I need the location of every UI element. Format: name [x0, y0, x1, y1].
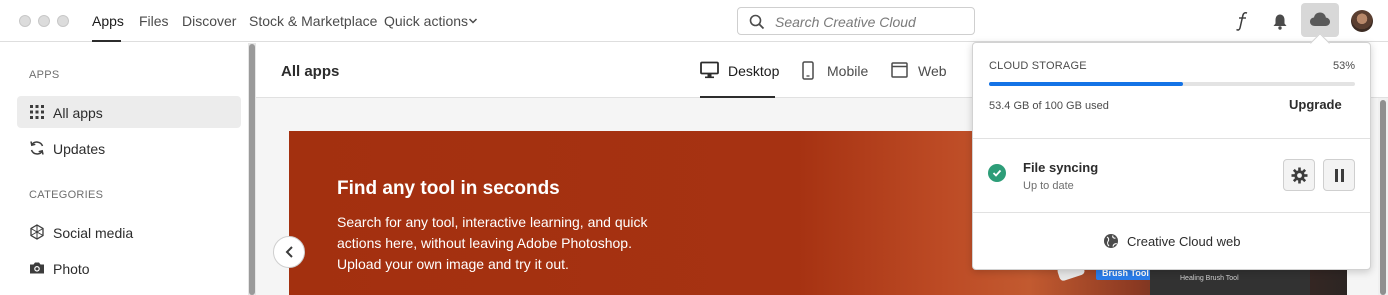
pause-icon	[1335, 169, 1344, 182]
popover-divider	[973, 138, 1370, 139]
social-icon	[30, 224, 44, 240]
chevron-down-icon[interactable]	[468, 16, 478, 26]
storage-progress-bar	[989, 82, 1355, 86]
bell-icon[interactable]	[1272, 13, 1288, 30]
web-icon	[891, 62, 908, 78]
banner-title: Find any tool in seconds	[337, 178, 560, 199]
sidebar-item-updates[interactable]: Updates	[17, 132, 241, 164]
mobile-icon	[802, 61, 814, 80]
sidebar-item-all-apps[interactable]: All apps	[17, 96, 241, 128]
pause-sync-button[interactable]	[1323, 159, 1355, 191]
sidebar-scrollbar-thumb[interactable]	[249, 44, 255, 295]
creative-cloud-web-link[interactable]: Creative Cloud web	[1127, 234, 1240, 249]
gear-icon	[1291, 167, 1308, 184]
storage-used-text: 53.4 GB of 100 GB used	[989, 100, 1109, 112]
tool-panel-label: Healing Brush Tool	[1180, 275, 1239, 282]
desktop-icon	[700, 61, 719, 79]
tool-panel-preview: Healing Brush Tool	[1150, 266, 1310, 295]
tab-web[interactable]: Web	[891, 61, 947, 97]
cloud-storage-percent: 53%	[1332, 60, 1355, 72]
tab-label: Mobile	[827, 63, 869, 79]
globe-icon	[1104, 234, 1118, 248]
sidebar-item-label: All apps	[53, 105, 103, 121]
file-syncing-title: File syncing	[1023, 160, 1099, 175]
sidebar-item-photo[interactable]: Photo	[17, 252, 241, 284]
cloud-storage-title: CLOUD STORAGE	[989, 60, 1087, 72]
page-title: All apps	[281, 63, 340, 80]
fonts-icon[interactable]	[1235, 11, 1251, 31]
sidebar-item-social-media[interactable]: Social media	[17, 216, 241, 248]
checkmark-icon	[992, 169, 1002, 177]
search-icon	[749, 14, 765, 30]
sidebar-item-label: Social media	[53, 225, 134, 241]
tab-desktop[interactable]: Desktop	[700, 61, 779, 97]
storage-progress-fill	[989, 82, 1183, 86]
nav-apps[interactable]: Apps	[92, 13, 124, 29]
tab-label: Web	[918, 63, 947, 79]
nav-stock-marketplace[interactable]: Stock & Marketplace	[249, 13, 377, 29]
chevron-left-icon	[285, 246, 293, 258]
search-input[interactable]: Search Creative Cloud	[737, 7, 975, 35]
tab-active-indicator	[700, 96, 775, 98]
window-zoom-button[interactable]	[57, 15, 69, 27]
sidebar-heading-apps: APPS	[29, 69, 60, 81]
refresh-icon	[30, 141, 44, 155]
nav-discover[interactable]: Discover	[182, 13, 236, 29]
popover-divider	[973, 212, 1370, 213]
cloud-storage-button[interactable]	[1301, 3, 1339, 37]
camera-icon	[30, 262, 44, 274]
sync-status-icon	[988, 164, 1006, 182]
avatar[interactable]	[1351, 10, 1373, 32]
upgrade-button[interactable]: Upgrade	[1289, 97, 1342, 112]
sidebar-heading-categories: CATEGORIES	[29, 189, 104, 201]
nav-files[interactable]: Files	[139, 13, 169, 29]
tab-mobile[interactable]: Mobile	[802, 61, 870, 97]
cloud-icon	[1310, 12, 1330, 26]
sync-settings-button[interactable]	[1283, 159, 1315, 191]
nav-active-indicator	[92, 40, 121, 42]
sidebar-item-label: Updates	[53, 141, 106, 157]
window-minimize-button[interactable]	[38, 15, 50, 27]
sidebar-item-label: Photo	[53, 261, 90, 277]
file-syncing-status: Up to date	[1023, 180, 1074, 192]
carousel-previous-button[interactable]	[273, 236, 305, 268]
grid-icon	[30, 105, 44, 119]
banner-body: Search for any tool, interactive learnin…	[337, 214, 648, 272]
tab-label: Desktop	[728, 63, 780, 79]
search-placeholder: Search Creative Cloud	[775, 14, 916, 30]
nav-quick-actions[interactable]: Quick actions	[384, 13, 468, 29]
window-close-button[interactable]	[19, 15, 31, 27]
main-scrollbar-thumb[interactable]	[1380, 100, 1386, 295]
